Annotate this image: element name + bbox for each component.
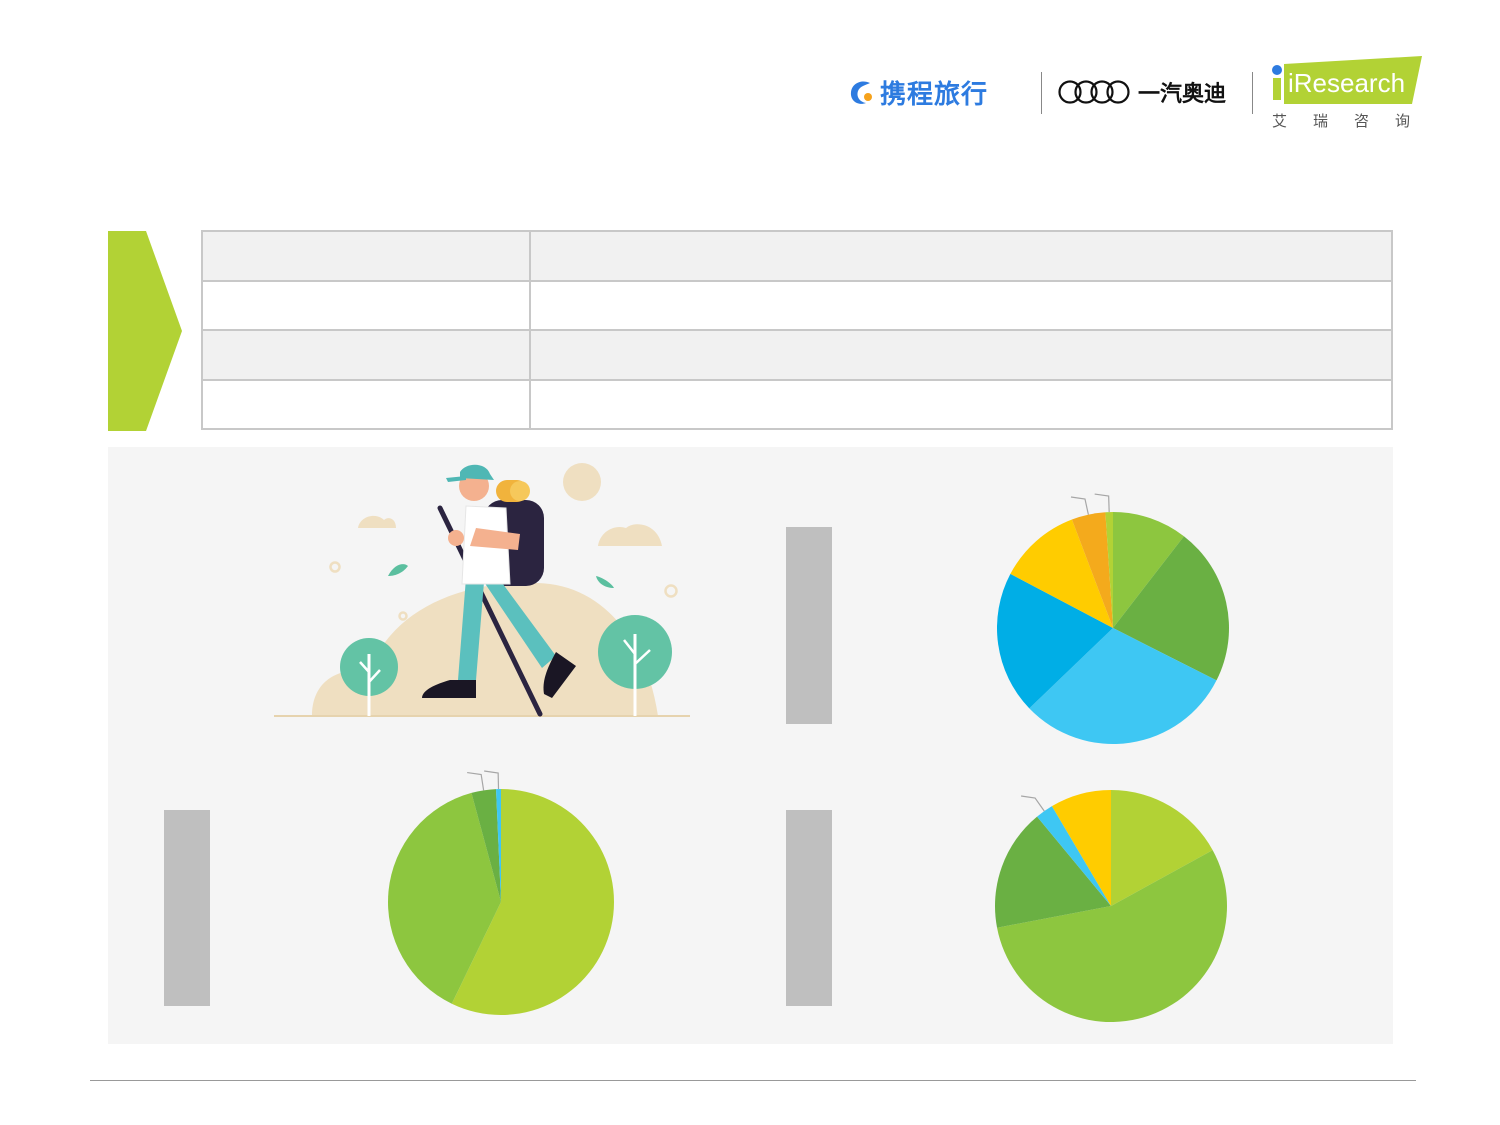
table-row [201, 378, 1393, 430]
logo-divider [1252, 72, 1253, 114]
pie-chart [388, 770, 614, 1015]
table-cell-label [201, 378, 531, 430]
pie-leader-line [484, 770, 500, 790]
audi-logo: 一汽奥迪 [1058, 75, 1248, 109]
iresearch-logo-text: iResearch [1288, 68, 1406, 98]
audi-rings-icon [1058, 80, 1130, 104]
gray-label-bar [786, 527, 832, 724]
table-row [201, 230, 1393, 282]
table-row [201, 279, 1393, 331]
pie-leader-line [1021, 795, 1045, 812]
ctrip-dolphin-icon [850, 81, 872, 104]
table-row [201, 329, 1393, 381]
hiker-illustration [274, 463, 690, 717]
table-cell-value [529, 279, 1393, 331]
pie-leader-line [1070, 496, 1089, 515]
footer-divider [90, 1080, 1416, 1081]
gray-label-bar [164, 810, 210, 1006]
table-cell-value [529, 230, 1393, 282]
table-cell-value [529, 378, 1393, 430]
table-cell-label [201, 230, 531, 282]
logo-divider [1041, 72, 1042, 114]
gray-label-bar [786, 810, 832, 1006]
table-cell-label [201, 279, 531, 331]
audi-logo-text: 一汽奥迪 [1138, 82, 1227, 107]
section-chevron-marker [108, 231, 182, 431]
table-cell-label [201, 329, 531, 381]
iresearch-logo-cn-text: 艾瑞咨询 [1272, 112, 1437, 130]
table-cell-value [529, 329, 1393, 381]
iresearch-logo: iResearch 艾瑞咨询 [1270, 56, 1424, 130]
pie-leader-line [1094, 493, 1110, 513]
pie-chart [997, 493, 1229, 744]
info-table [201, 230, 1393, 430]
ctrip-logo: 携程旅行 [846, 72, 1036, 112]
pie-leader-line [467, 771, 485, 791]
pie-chart [995, 790, 1227, 1022]
ctrip-logo-text: 携程旅行 [880, 79, 989, 110]
